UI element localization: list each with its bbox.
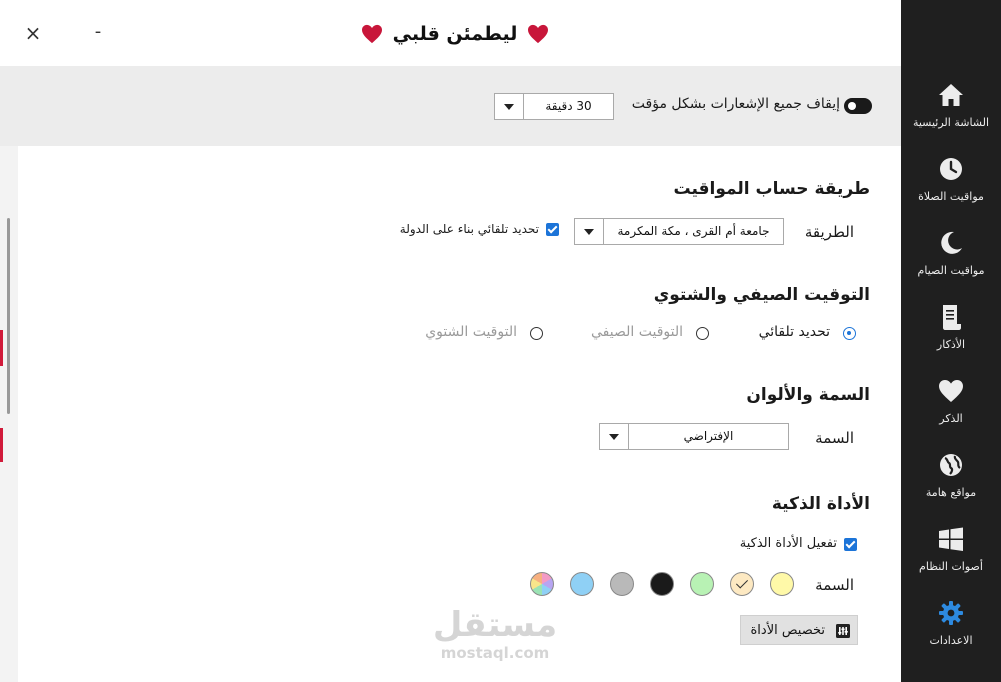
radio-auto[interactable] [843,327,856,340]
swatch-label: السمة [815,576,854,594]
toggle-knob [848,102,856,110]
calculation-method-value: جامعة أم القرى ، مكة المكرمة [617,224,770,238]
pause-duration-dropdown[interactable]: 30 دقيقة [494,93,614,120]
theme-section-title: السمة والألوان [746,385,870,405]
sidebar-item-home[interactable]: الشاشة الرئيسية [901,80,1001,152]
heart-icon [361,24,382,44]
radio-summer[interactable] [696,327,709,340]
title-bar: × - ليطمئن قلبي [0,0,901,66]
swatch-cream[interactable] [730,572,754,596]
sidebar-item-adhkar[interactable]: الأذكار [901,302,1001,374]
theme-value: الإفتراضي [683,429,734,443]
swatch-gray[interactable] [610,572,634,596]
scroll-icon [943,305,961,330]
swatch-black[interactable] [650,572,674,596]
chevron-down-icon [495,94,524,119]
pause-notifications-toggle[interactable] [844,98,872,114]
enable-smart-tool-label: تفعيل الأداة الذكية [739,536,837,551]
sidebar: الشاشة الرئيسية مواقيت الصلاة مواقيت الص… [901,0,1001,682]
sidebar-item-fasting-times[interactable]: مواقيت الصيام [901,228,1001,300]
pause-notifications-label: إيقاف جميع الإشعارات بشكل مؤقت [631,96,840,112]
minimize-button[interactable]: - [88,20,108,46]
swatch-light-blue[interactable] [570,572,594,596]
gear-icon [939,601,963,625]
scrollbar[interactable] [7,218,10,414]
customize-tool-button[interactable]: تخصيص الأداة [740,615,858,645]
pause-duration-value: 30 دقيقة [545,99,592,113]
app-title: ليطمئن قلبي [392,23,518,45]
heart-icon [939,380,963,402]
windows-icon [939,527,963,551]
edge-marker [0,330,3,366]
auto-country-checkbox[interactable] [546,223,559,236]
sidebar-item-label: مواقيت الصيام [917,264,985,277]
customize-tool-label: تخصيص الأداة [750,623,825,638]
calculation-method-dropdown[interactable]: جامعة أم القرى ، مكة المكرمة [574,218,784,245]
sidebar-item-label: مواقيت الصلاة [918,190,984,203]
watermark-latin: mostaql.com [440,644,550,662]
sidebar-item-important-sites[interactable]: مواقع هامة [901,450,1001,522]
sidebar-item-label: الشاشة الرئيسية [912,116,990,129]
auto-country-label: تحديد تلقائي بناء على الدولة [399,222,539,236]
sidebar-item-label: الاعدادات [929,634,973,647]
moon-icon [941,231,962,254]
heart-icon [528,24,549,44]
home-icon [939,84,963,106]
timing-section-title: التوقيت الصيفي والشتوي [653,285,870,305]
theme-dropdown[interactable]: الإفتراضي [599,423,789,450]
sidebar-item-label: الأذكار [936,338,966,351]
smart-tool-section-title: الأداة الذكية [771,494,870,514]
watermark: مستقل mostaql.com [425,606,565,670]
sidebar-item-label: الذكر [939,412,963,425]
title-group: ليطمئن قلبي [360,18,550,50]
swatch-light-green[interactable] [690,572,714,596]
calculation-section-title: طريقة حساب المواقيت [673,179,870,199]
sliders-icon [836,624,850,638]
globe-icon [940,454,962,476]
sidebar-item-dhikr[interactable]: الذكر [901,376,1001,448]
swatch-light-yellow[interactable] [770,572,794,596]
radio-auto-label: تحديد تلقائي [758,324,830,340]
clock-icon [940,158,962,180]
sidebar-item-settings[interactable]: الاعدادات [901,598,1001,670]
chevron-down-icon [600,424,629,449]
close-button[interactable]: × [22,20,44,46]
sidebar-item-system-sounds[interactable]: أصوات النظام [901,524,1001,596]
radio-summer-label: التوقيت الصيفي [591,324,683,340]
sidebar-item-label: أصوات النظام [919,560,983,573]
method-label: الطريقة [804,223,854,241]
sidebar-item-label: مواقع هامة [925,486,977,499]
radio-winter-label: التوقيت الشتوي [425,324,517,340]
theme-label: السمة [815,429,854,447]
chevron-down-icon [575,219,604,244]
swatch-multicolor[interactable] [530,572,554,596]
watermark-arabic: مستقل [432,605,558,645]
sidebar-item-prayer-times[interactable]: مواقيت الصلاة [901,154,1001,226]
radio-winter[interactable] [530,327,543,340]
enable-smart-tool-checkbox[interactable] [844,538,857,551]
edge-marker [0,428,3,462]
